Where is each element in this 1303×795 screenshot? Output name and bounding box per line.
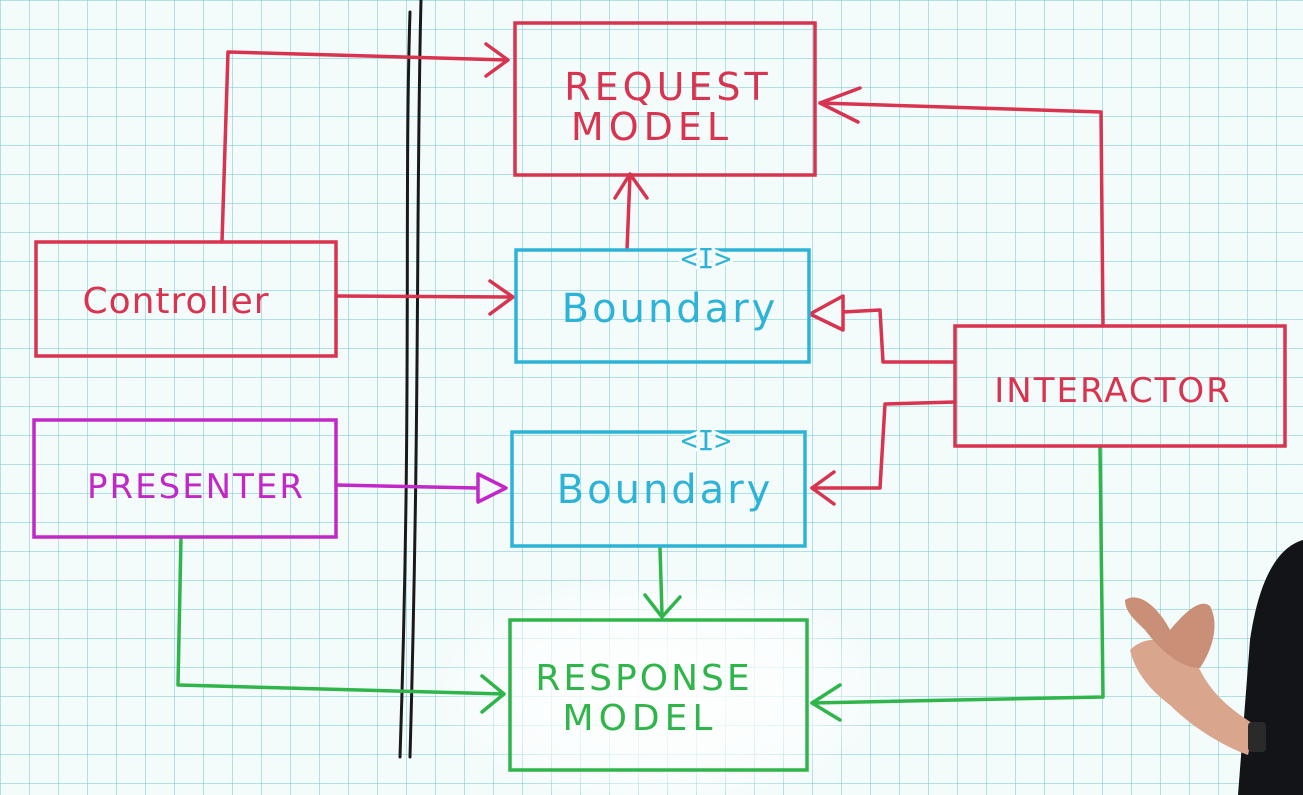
interactor-implements-input-boundary-arrow (808, 294, 957, 364)
request-model-label-line1: REQUEST (564, 65, 771, 109)
controller-to-input-boundary-arrow (334, 279, 515, 316)
request-model-box: REQUEST MODEL (513, 21, 817, 177)
clean-architecture-diagram: REQUEST MODEL Controller <I> Boundary IN… (32, 0, 1303, 795)
input-boundary-label: Boundary (562, 286, 779, 332)
input-boundary-stereotype: <I> (681, 242, 732, 275)
presenter-implements-output-boundary-arrow (334, 472, 508, 504)
presenter-box: PRESENTER (32, 418, 338, 539)
response-model-label-line1: RESPONSE (535, 658, 752, 699)
output-boundary-label: Boundary (557, 467, 774, 513)
response-model-label-line2: MODEL (563, 698, 718, 739)
presenter-figure (1125, 540, 1303, 795)
controller-box: Controller (34, 240, 338, 358)
input-boundary-to-request-model-arrow (613, 172, 649, 252)
controller-label: Controller (82, 281, 269, 322)
architecture-boundary-line (398, 0, 423, 759)
presenter-watch (1248, 722, 1266, 752)
interactor-box: INTERACTOR (953, 324, 1287, 448)
interactor-to-output-boundary-arrow (810, 400, 957, 506)
controller-to-request-model-arrow (220, 42, 510, 244)
output-boundary-stereotype: <I> (681, 424, 732, 457)
interactor-label: INTERACTOR (994, 371, 1232, 411)
request-model-label-line2: MODEL (571, 105, 733, 149)
presenter-body (1238, 540, 1303, 795)
presenter-label: PRESENTER (87, 467, 305, 507)
input-boundary-box: <I> Boundary (514, 239, 811, 364)
interactor-to-request-model-arrow (818, 86, 1105, 328)
output-boundary-box: <I> Boundary (510, 421, 807, 548)
